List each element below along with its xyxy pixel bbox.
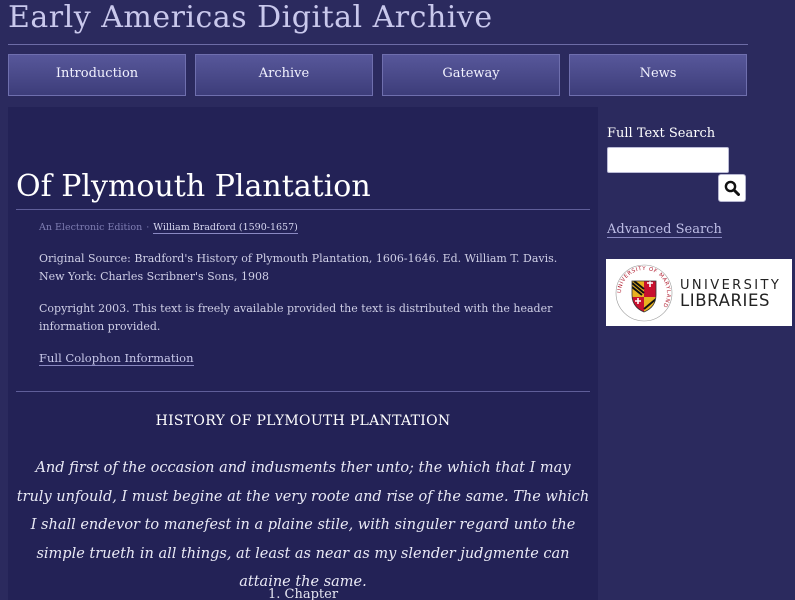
search-label: Full Text Search — [607, 126, 716, 141]
search-input[interactable] — [607, 147, 729, 173]
university-seal-icon: UNIVERSITY OF MARYLAND — [615, 264, 673, 322]
university-libraries-logo[interactable]: UNIVERSITY OF MARYLAND UNIVERSITY LIBRAR… — [606, 259, 792, 326]
title-rule — [16, 209, 590, 210]
section-divider — [16, 391, 590, 392]
advanced-search-link[interactable]: Advanced Search — [607, 222, 722, 238]
edition-label: An Electronic Edition — [39, 222, 143, 233]
nav-tab-news[interactable]: News — [569, 54, 747, 96]
main-content: Of Plymouth Plantation An Electronic Edi… — [8, 107, 598, 600]
magnifier-icon — [724, 180, 740, 196]
library-word-libraries: LIBRARIES — [680, 291, 771, 310]
edition-separator: · — [146, 222, 150, 233]
nav-tab-gateway[interactable]: Gateway — [382, 54, 560, 96]
chapter-heading: 1. Chapter — [267, 587, 339, 600]
copyright-notice: Copyright 2003. This text is freely avai… — [39, 302, 553, 333]
section-heading: HISTORY OF PLYMOUTH PLANTATION — [155, 413, 451, 429]
source-citation: Original Source: Bradford's History of P… — [39, 252, 558, 283]
title-divider — [8, 44, 748, 45]
author-link[interactable]: William Bradford (1590-1657) — [153, 222, 298, 234]
edition-line: An Electronic Edition · William Bradford (… — [39, 222, 298, 234]
body-paragraph: And first of the occasion and indusments… — [16, 460, 590, 590]
nav-tab-archive[interactable]: Archive — [195, 54, 373, 96]
colophon-link[interactable]: Full Colophon Information — [39, 351, 194, 366]
library-wordmark: UNIVERSITY LIBRARIES — [680, 278, 781, 310]
nav-tab-introduction[interactable]: Introduction — [8, 54, 186, 96]
search-button[interactable] — [718, 174, 746, 202]
document-title: Of Plymouth Plantation — [16, 169, 371, 204]
main-nav: Introduction Archive Gateway News — [8, 54, 749, 98]
site-title[interactable]: Early Americas Digital Archive — [8, 0, 493, 35]
